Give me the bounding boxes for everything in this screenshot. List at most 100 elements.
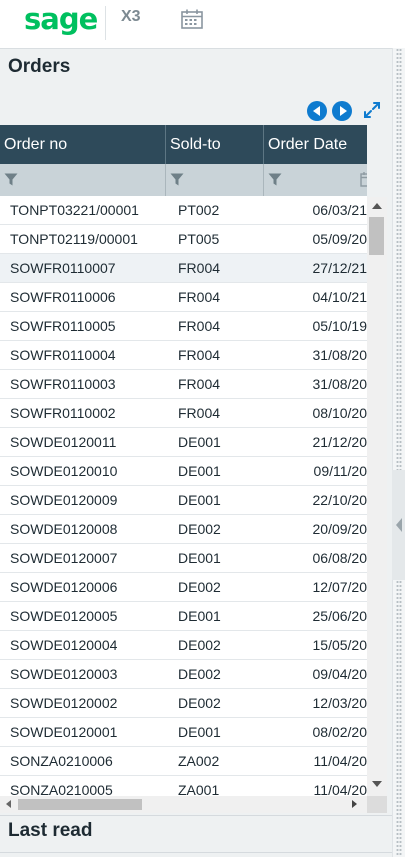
scroll-up-icon[interactable] [372,203,382,209]
cell-order-no[interactable]: SOWDE0120011 [10,428,160,457]
filter-icon[interactable] [170,173,184,186]
cell-sold-to: DE001 [178,492,221,508]
cell-order-date: 25/06/20 [263,602,368,631]
grid-header: Order no Sold-to Order Date [0,125,367,164]
column-header-order-no[interactable]: Order no [0,125,166,164]
table-row[interactable]: SOWDE0120005 DE001 25/06/20 [0,602,367,631]
cell-sold-to: ZA002 [178,753,220,769]
collapse-arrow-icon[interactable] [396,518,402,532]
filter-icon[interactable] [268,173,282,186]
cell-order-no[interactable]: SOWDE0120008 [10,515,160,544]
filter-cell-order-date[interactable] [264,164,367,196]
product-label[interactable]: X3 [121,8,141,26]
arrow-left-circle-icon[interactable] [307,101,327,121]
vertical-scrollbar[interactable] [367,197,387,796]
cell-order-no[interactable]: SOWDE0120001 [10,718,160,747]
cell-order-no[interactable]: SOWDE0120004 [10,631,160,660]
order-date-text: 08/10/20 [312,405,368,421]
cell-sold-to: FR004 [178,289,221,305]
order-date-text: 15/05/20 [312,637,368,653]
cell-order-no[interactable]: SOWFR0110005 [10,312,160,341]
table-row[interactable]: SOWFR0110003 FR004 31/08/20 [0,370,367,399]
cell-sold-to: FR004 [178,347,221,363]
filter-cell-order-no[interactable] [0,164,166,196]
order-date-text: 20/09/20 [312,521,368,537]
order-date-text: 11/04/20 [313,782,367,796]
table-row[interactable]: SOWFR0110007 FR004 27/12/21 [0,254,367,283]
top-bar-divider [105,6,106,40]
table-row[interactable]: SOWDE0120003 DE002 09/04/20 [0,660,367,689]
table-row[interactable]: SOWDE0120009 DE001 22/10/20 [0,486,367,515]
horizontal-scroll-thumb[interactable] [18,799,142,810]
table-row[interactable]: SOWDE0120002 DE002 12/03/20 [0,689,367,718]
column-header-order-date[interactable]: Order Date [264,125,367,164]
cell-order-no[interactable]: SOWDE0120005 [10,602,160,631]
cell-order-date: 11/04/20 [263,747,367,776]
cell-order-no[interactable]: SOWDE0120002 [10,689,160,718]
table-row[interactable]: SOWDE0120010 DE001 09/11/20 [0,457,367,486]
cell-order-no[interactable]: SOWDE0120007 [10,544,160,573]
cell-order-no[interactable]: SOWFR0110003 [10,370,160,399]
table-row[interactable]: SOWFR0110005 FR004 05/10/19 [0,312,367,341]
table-row[interactable]: TONPT03221/00001 PT002 06/03/21 [0,196,367,225]
order-date-text: 05/09/20 [312,231,368,247]
table-row[interactable]: SOWDE0120001 DE001 08/02/20 [0,718,367,747]
table-row[interactable]: SOWFR0110004 FR004 31/08/20 [0,341,367,370]
scroll-right-icon[interactable] [352,800,357,808]
filter-row [0,164,367,196]
cell-order-no[interactable]: SOWDE0120009 [10,486,160,515]
cell-order-date: 22/10/20 [263,486,368,515]
table-row[interactable]: TONPT02119/00001 PT005 05/09/20 [0,225,367,254]
cell-order-no[interactable]: SOWDE0120003 [10,660,160,689]
cell-order-no[interactable]: SONZA0210005 [10,776,160,796]
cell-order-no[interactable]: TONPT03221/00001 [10,196,160,225]
cell-sold-to: PT002 [178,202,220,218]
cell-order-no[interactable]: TONPT02119/00001 [10,225,160,254]
scroll-left-icon[interactable] [6,800,11,808]
table-row[interactable]: SOWDE0120008 DE002 20/09/20 [0,515,367,544]
sage-logo[interactable]: sage [24,2,98,36]
cell-order-date: 06/08/20 [263,544,368,573]
cell-order-date: 09/11/20 [263,457,367,486]
cell-sold-to: DE001 [178,550,221,566]
expand-arrows-icon[interactable] [362,100,382,120]
table-row[interactable]: SOWDE0120007 DE001 06/08/20 [0,544,367,573]
order-date-text: 09/11/20 [313,463,367,479]
order-date-text: 12/03/20 [312,695,368,711]
cell-order-no[interactable]: SOWDE0120006 [10,573,160,602]
cell-order-date: 31/08/20 [263,370,368,399]
table-row[interactable]: SOWFR0110006 FR004 04/10/21 [0,283,367,312]
arrow-right-circle-icon[interactable] [332,101,352,121]
bottom-divider [0,852,392,853]
table-row[interactable]: SOWDE0120011 DE001 21/12/20 [0,428,367,457]
cell-order-date: 08/10/20 [263,399,368,428]
cell-sold-to: FR004 [178,260,221,276]
table-row[interactable]: SOWFR0110002 FR004 08/10/20 [0,399,367,428]
date-picker-icon[interactable] [360,171,367,187]
cell-order-no[interactable]: SOWFR0110007 [10,254,160,283]
scroll-down-icon[interactable] [372,781,382,787]
table-row[interactable]: SOWDE0120004 DE002 15/05/20 [0,631,367,660]
panel-resize-gutter[interactable] [392,48,405,857]
cell-sold-to: ZA001 [178,782,220,796]
cell-order-no[interactable]: SOWFR0110004 [10,341,160,370]
filter-icon[interactable] [4,173,18,186]
vertical-scroll-thumb[interactable] [369,217,384,255]
cell-order-no[interactable]: SOWDE0120010 [10,457,160,486]
horizontal-scrollbar[interactable] [0,796,367,813]
column-header-sold-to[interactable]: Sold-to [166,125,264,164]
cell-sold-to: FR004 [178,405,221,421]
table-row[interactable]: SONZA0210005 ZA001 11/04/20 [0,776,367,796]
table-row[interactable]: SOWDE0120006 DE002 12/07/20 [0,573,367,602]
cell-sold-to: DE001 [178,608,221,624]
order-date-text: 04/10/21 [312,289,368,305]
filter-cell-sold-to[interactable] [166,164,264,196]
order-date-text: 27/12/21 [312,260,368,276]
table-row[interactable]: SONZA0210006 ZA002 11/04/20 [0,747,367,776]
cell-order-no[interactable]: SONZA0210006 [10,747,160,776]
cell-order-date: 31/08/20 [263,341,368,370]
cell-order-no[interactable]: SOWFR0110006 [10,283,160,312]
cell-order-no[interactable]: SOWFR0110002 [10,399,160,428]
cell-order-date: 20/09/20 [263,515,368,544]
calendar-icon[interactable] [181,9,203,29]
